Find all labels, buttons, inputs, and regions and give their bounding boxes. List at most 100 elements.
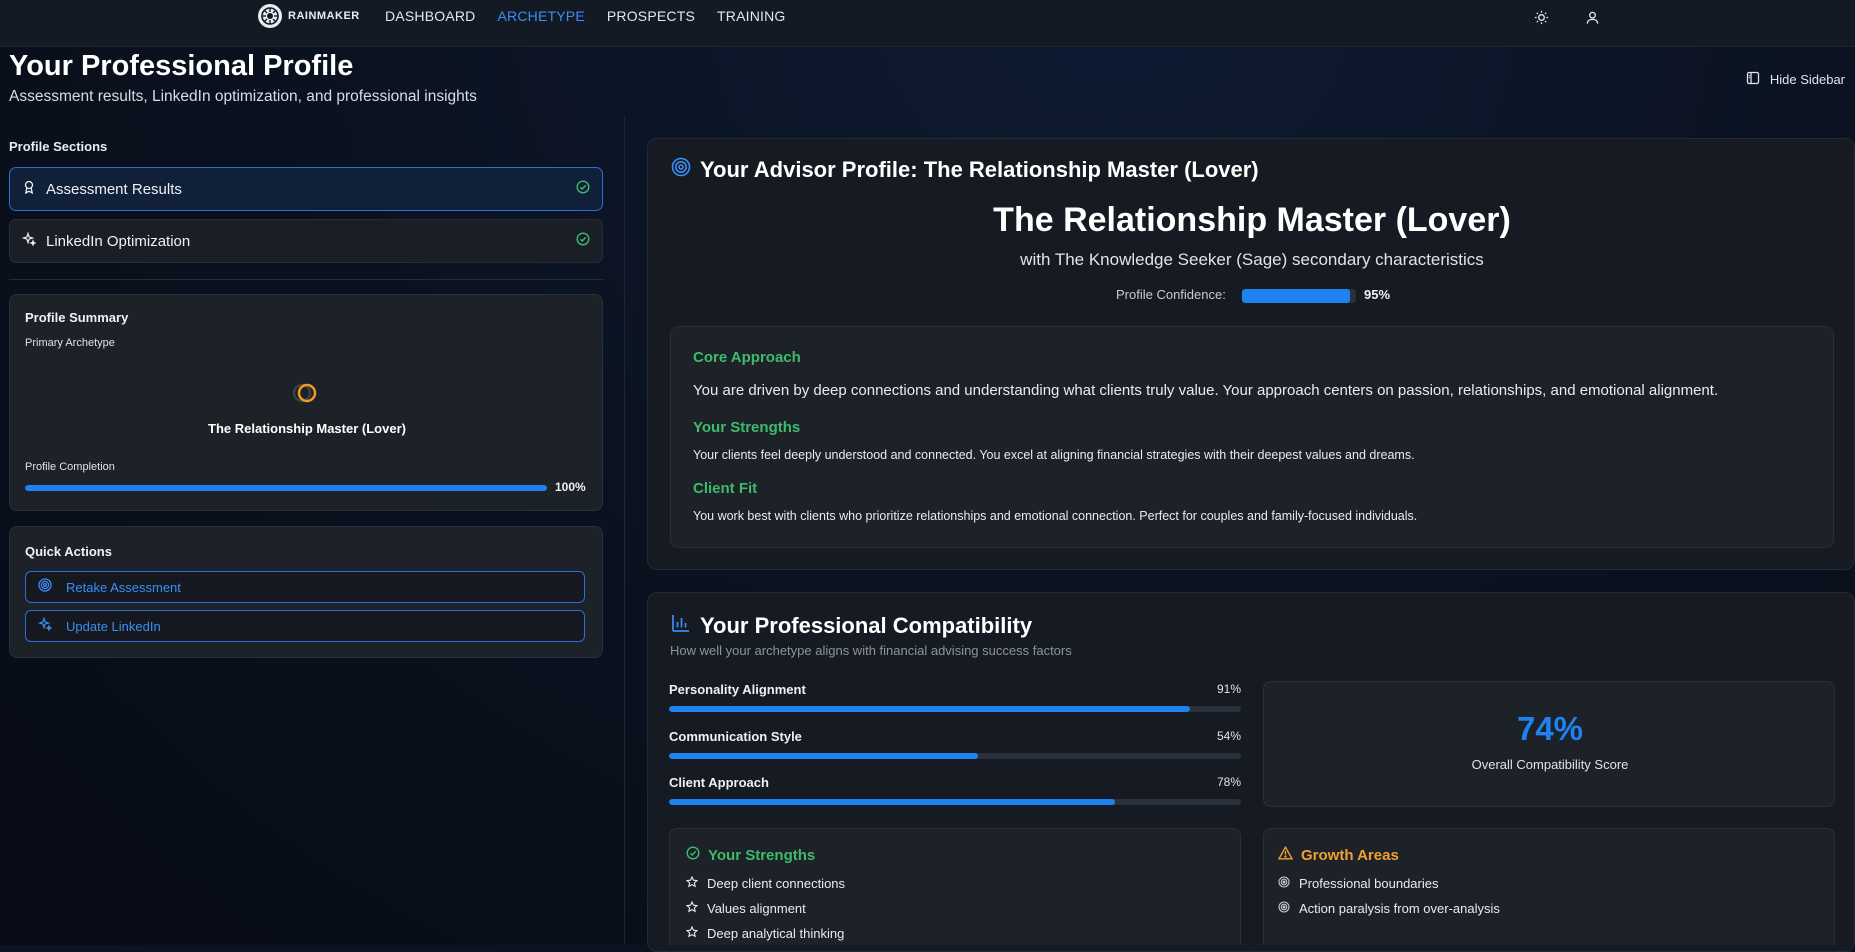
compat-row-name: Personality Alignment (669, 682, 806, 697)
top-navigation-bar: RAINMAKER DASHBOARD ARCHETYPE PROSPECTS … (0, 0, 1855, 47)
list-item: Deep analytical thinking (685, 925, 845, 941)
bar-chart-icon (671, 613, 691, 639)
profile-confidence-value: 95% (1364, 287, 1391, 302)
nav-dashboard[interactable]: DASHBOARD (385, 8, 475, 24)
target-icon (38, 577, 52, 597)
sidebar-item-assessment-results[interactable]: Assessment Results (9, 167, 603, 211)
sidebar-item-label: LinkedIn Optimization (46, 232, 191, 250)
compat-row-client-approach: Client Approach 78% (669, 775, 1241, 805)
nav-training[interactable]: TRAINING (717, 8, 786, 24)
list-item: Action paralysis from over-analysis (1278, 901, 1500, 916)
target-icon (1278, 876, 1290, 891)
hide-sidebar-button[interactable]: Hide Sidebar (1746, 71, 1845, 88)
primary-archetype-name: The Relationship Master (Lover) (208, 421, 406, 436)
list-item: Professional boundaries (1278, 876, 1438, 891)
compat-row-name: Client Approach (669, 775, 769, 790)
logo-text: RAINMAKER (288, 10, 360, 22)
page-title: Your Professional Profile (9, 50, 354, 82)
hide-sidebar-label: Hide Sidebar (1769, 72, 1845, 87)
profile-completion-fill (25, 485, 547, 491)
strengths-card-title: Your Strengths (708, 847, 816, 864)
strengths-card-heading: Your Strengths (686, 846, 815, 865)
content-divider (624, 117, 625, 945)
compat-row-fill (669, 706, 1190, 712)
award-icon (22, 180, 36, 199)
compatibility-subtitle: How well your archetype aligns with fina… (670, 643, 1072, 658)
sidebar-panel-icon (1746, 71, 1760, 88)
strengths-title: Your Strengths (693, 419, 801, 436)
sidebar-item-label: Assessment Results (46, 180, 182, 198)
nav-prospects[interactable]: PROSPECTS (607, 8, 695, 24)
quick-actions-card: Quick Actions Retake Assessment Update L… (9, 526, 603, 658)
compat-row-value: 91% (1216, 682, 1241, 696)
compat-row-fill (669, 753, 978, 759)
client-fit-text: You work best with clients who prioritiz… (693, 509, 1418, 523)
sparkles-icon (21, 231, 37, 251)
check-circle-icon (576, 179, 590, 199)
advisor-details-panel: Core Approach You are driven by deep con… (670, 326, 1834, 548)
theme-toggle-sun-icon[interactable] (1533, 9, 1549, 25)
growth-areas-card: Growth Areas Professional boundaries Act… (1263, 828, 1835, 945)
archetype-title: The Relationship Master (Lover) (993, 201, 1511, 239)
secondary-characteristics: with The Knowledge Seeker (Sage) seconda… (1020, 250, 1484, 269)
star-icon (685, 925, 699, 941)
core-approach-title: Core Approach (693, 349, 801, 366)
compat-row-bar (669, 706, 1241, 712)
update-linkedin-button[interactable]: Update LinkedIn (25, 610, 585, 642)
profile-completion-label: Profile Completion (25, 461, 115, 473)
warning-triangle-icon (1277, 845, 1294, 865)
profile-sections-label: Profile Sections (9, 139, 108, 154)
target-icon (1278, 901, 1290, 916)
compatibility-heading-text: Your Professional Compatibility (700, 613, 1033, 638)
profile-confidence-bar (1242, 289, 1356, 303)
list-item: Deep client connections (685, 875, 846, 891)
retake-assessment-button[interactable]: Retake Assessment (25, 571, 585, 603)
growth-areas-title: Growth Areas (1301, 847, 1399, 864)
retake-assessment-label: Retake Assessment (66, 579, 181, 595)
overall-score-label: Overall Compatibility Score (1471, 757, 1629, 772)
profile-summary-title: Profile Summary (25, 310, 129, 325)
check-circle-icon (576, 231, 590, 251)
quick-actions-title: Quick Actions (25, 544, 112, 559)
list-item-text: Professional boundaries (1299, 876, 1439, 891)
advisor-profile-card: Your Advisor Profile: The Relationship M… (647, 138, 1855, 570)
core-approach-text: You are driven by deep connections and u… (693, 382, 1719, 399)
strengths-card: Your Strengths Deep client connections V… (669, 828, 1241, 945)
advisor-profile-heading-text: Your Advisor Profile: The Relationship M… (700, 157, 1259, 182)
archetype-ring-icon (292, 382, 318, 404)
compat-row-bar (669, 799, 1241, 805)
list-item-text: Action paralysis from over-analysis (1299, 901, 1500, 916)
compat-row-value: 54% (1216, 729, 1241, 743)
star-icon (685, 875, 699, 891)
overall-score-card: 74% Overall Compatibility Score (1263, 681, 1835, 807)
rainmaker-logo-icon (258, 4, 282, 28)
compat-row-bar (669, 753, 1241, 759)
page-subtitle: Assessment results, LinkedIn optimizatio… (9, 88, 477, 105)
primary-archetype-label: Primary Archetype (25, 337, 115, 349)
client-fit-title: Client Fit (693, 480, 758, 497)
app-logo[interactable]: RAINMAKER (258, 4, 360, 28)
growth-areas-heading: Growth Areas (1277, 845, 1399, 865)
list-item-text: Values alignment (707, 901, 806, 916)
advisor-profile-heading: Your Advisor Profile: The Relationship M… (671, 157, 1259, 183)
profile-confidence-label: Profile Confidence: (1116, 287, 1226, 302)
compat-row-personality: Personality Alignment 91% (669, 682, 1241, 712)
profile-completion-bar (25, 485, 547, 491)
user-profile-icon[interactable] (1584, 9, 1600, 25)
target-icon (671, 157, 691, 183)
compatibility-heading: Your Professional Compatibility (671, 613, 1032, 639)
list-item-text: Deep client connections (707, 876, 846, 891)
list-item: Values alignment (685, 900, 806, 916)
sidebar-divider (9, 279, 603, 280)
compat-row-fill (669, 799, 1116, 805)
sparkles-icon (37, 616, 53, 636)
compat-row-communication: Communication Style 54% (669, 729, 1241, 759)
nav-archetype[interactable]: ARCHETYPE (497, 8, 584, 24)
profile-confidence-fill (1242, 289, 1351, 303)
sidebar-item-linkedin-optimization[interactable]: LinkedIn Optimization (9, 219, 603, 263)
list-item-text: Deep analytical thinking (707, 926, 845, 941)
compat-row-value: 78% (1216, 775, 1241, 789)
overall-score-value: 74% (1516, 710, 1584, 747)
star-icon (685, 900, 699, 916)
main-nav: DASHBOARD ARCHETYPE PROSPECTS TRAINING (385, 8, 786, 24)
